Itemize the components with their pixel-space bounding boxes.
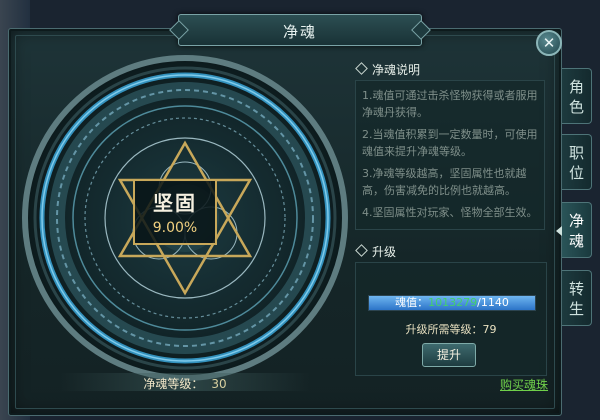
soul-current: 1013279 (428, 296, 478, 309)
window-title: 净魂 (282, 23, 317, 41)
close-button[interactable]: ✕ (536, 30, 562, 56)
diamond-icon (355, 244, 368, 257)
soul-level-value: 30 (211, 377, 227, 391)
description-line: 2.当魂值积累到一定数量时，可使用魂值来提升净魂等级。 (362, 128, 538, 158)
soul-max: 1140 (480, 296, 509, 309)
soul-level-bar: 净魂等级： 30 (60, 373, 310, 391)
soul-label: 魂值： (395, 296, 429, 309)
stat-box: 坚固 9.00% (133, 179, 217, 245)
description-title: 净魂说明 (355, 61, 421, 78)
tab-label: 职位 (568, 144, 584, 182)
tab-rebirth[interactable]: 转生 (562, 270, 592, 326)
active-tab-arrow-icon (556, 226, 562, 236)
upgrade-title: 升级 (355, 243, 397, 260)
soul-level-label: 净魂等级： (143, 377, 204, 391)
stat-value: 9.00% (152, 220, 198, 236)
stat-name: 坚固 (153, 191, 197, 215)
close-icon: ✕ (542, 34, 556, 52)
required-level-text: 升级所需等级：79 (405, 323, 497, 336)
title-bar: 净魂 (178, 14, 422, 46)
tab-role[interactable]: 角色 (562, 68, 592, 124)
description-box: 1.魂值可通过击杀怪物获得或者服用净魂丹获得。 2.当魂值积累到一定数量时，可使… (355, 80, 545, 230)
description-line: 4.坚固属性对玩家、怪物全部生效。 (362, 206, 538, 219)
tab-soul[interactable]: 净魂 (562, 202, 592, 258)
description-line: 3.净魂等级越高，坚固属性也就越高，伤害减免的比例也就越高。 (362, 167, 527, 197)
diamond-icon (355, 62, 368, 75)
tab-label: 净魂 (568, 212, 584, 250)
upgrade-button[interactable]: 提升 (422, 343, 476, 367)
description-title-text: 净魂说明 (372, 63, 421, 77)
buy-soul-bead-link[interactable]: 购买魂珠 (500, 376, 548, 393)
soul-progress-text: 魂值：1013279/1140 (369, 296, 535, 310)
soul-progress-bar: 魂值：1013279/1140 (368, 295, 536, 311)
upgrade-box: 魂值：1013279/1140 升级所需等级：79 提升 (355, 262, 547, 376)
upgrade-title-text: 升级 (372, 245, 397, 259)
tab-label: 角色 (568, 78, 584, 116)
tab-position[interactable]: 职位 (562, 134, 592, 190)
description-line: 1.魂值可通过击杀怪物获得或者服用净魂丹获得。 (362, 89, 538, 119)
tab-label: 转生 (568, 280, 584, 318)
